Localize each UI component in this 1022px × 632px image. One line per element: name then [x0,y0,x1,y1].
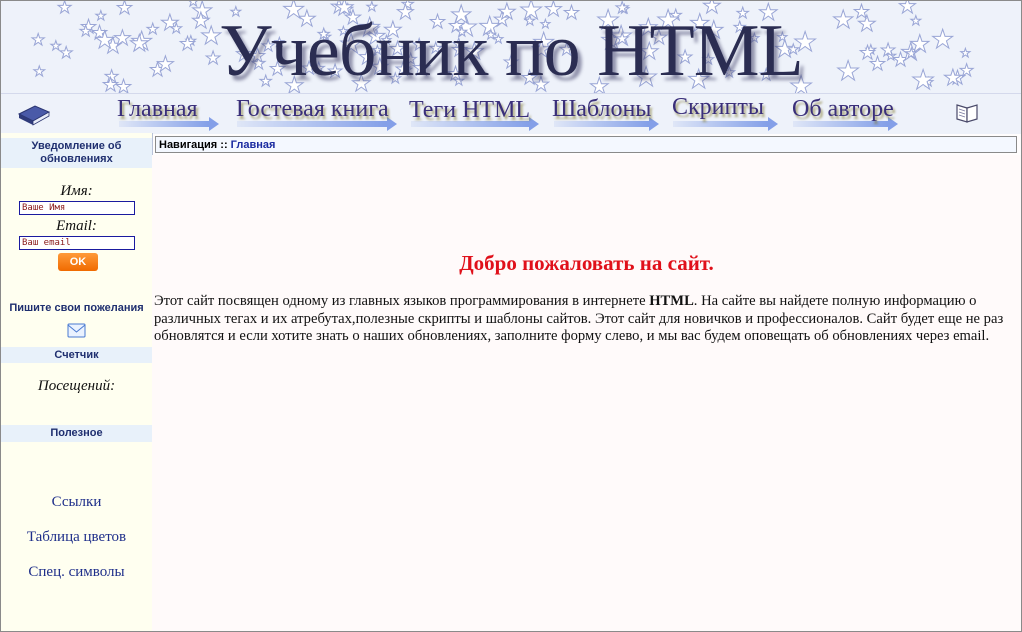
useful-header: Полезное [1,425,152,442]
left-sidebar: Уведомление об обновлениях Имя: Ваше Имя… [1,133,153,631]
nav-link-about[interactable]: Об авторе [792,96,894,123]
breadcrumb-current-link[interactable]: Главная [231,139,276,151]
star-decoration: ★ [187,1,201,10]
site-title: Учебник по HTML [219,10,804,92]
breadcrumb-prefix: Навигация :: [159,139,231,151]
page-frame: ★ ★ ★ ★ ★ ★ ★ ★ ★ ★ ★ ★ ★ ★ ★ ★ ★ ★ ★ ★ ★ ★ ★ ★ ★ ★ ★ ★ ★ ★ ★ ★ ★ ★ ★ ★ ★ ★ ★ ★… [0,0,1022,632]
intro-text-bold: HTML [649,293,694,309]
mail-icon[interactable] [67,323,86,338]
subscribe-ok-button[interactable]: OK [58,253,98,271]
nav-link-home[interactable]: Главная [117,96,198,123]
welcome-heading: Добро пожаловать на сайт. [459,251,714,275]
site-banner: ★ ★ ★ ★ ★ ★ ★ ★ ★ ★ ★ ★ ★ ★ ★ ★ ★ ★ ★ ★ ★ ★ ★ ★ ★ ★ ★ ★ ★ ★ ★ ★ ★ ★ ★ ★ ★ ★ ★ ★… [1,1,1021,93]
main-nav: Главная Гостевая книга Теги HTML Шаблоны… [1,93,1021,134]
open-book-icon [956,104,978,123]
intro-text-start: Этот сайт посвящен одному из главных язы… [154,293,650,309]
sidebar-link-special-chars[interactable]: Спец. символы [1,564,152,581]
visits-label: Посещений: [37,378,116,394]
intro-paragraph: Этот сайт посвящен одному из главных язы… [154,293,1006,346]
nav-link-html-tags[interactable]: Теги HTML [409,97,530,124]
nav-link-guestbook[interactable]: Гостевая книга [236,96,389,123]
email-field[interactable]: Ваш email [19,236,135,250]
subscribe-header: Уведомление об обновлениях [1,138,152,168]
wishes-header: Пишите свои пожелания [1,300,152,316]
sidebar-link-color-table[interactable]: Таблица цветов [1,529,152,546]
name-field[interactable]: Ваше Имя [19,201,135,215]
book-icon [17,105,51,126]
nav-link-scripts[interactable]: Скрипты [672,94,764,121]
name-label: Имя: [60,183,93,199]
breadcrumb: Навигация :: Главная [155,136,1017,153]
sidebar-link-links[interactable]: Ссылки [1,494,152,511]
email-label: Email: [56,218,97,234]
main-content: Добро пожаловать на сайт. Этот сайт посв… [152,155,1021,631]
counter-header: Счетчик [1,347,152,363]
nav-link-templates[interactable]: Шаблоны [552,96,651,123]
nav-underline-arrow [673,117,778,131]
